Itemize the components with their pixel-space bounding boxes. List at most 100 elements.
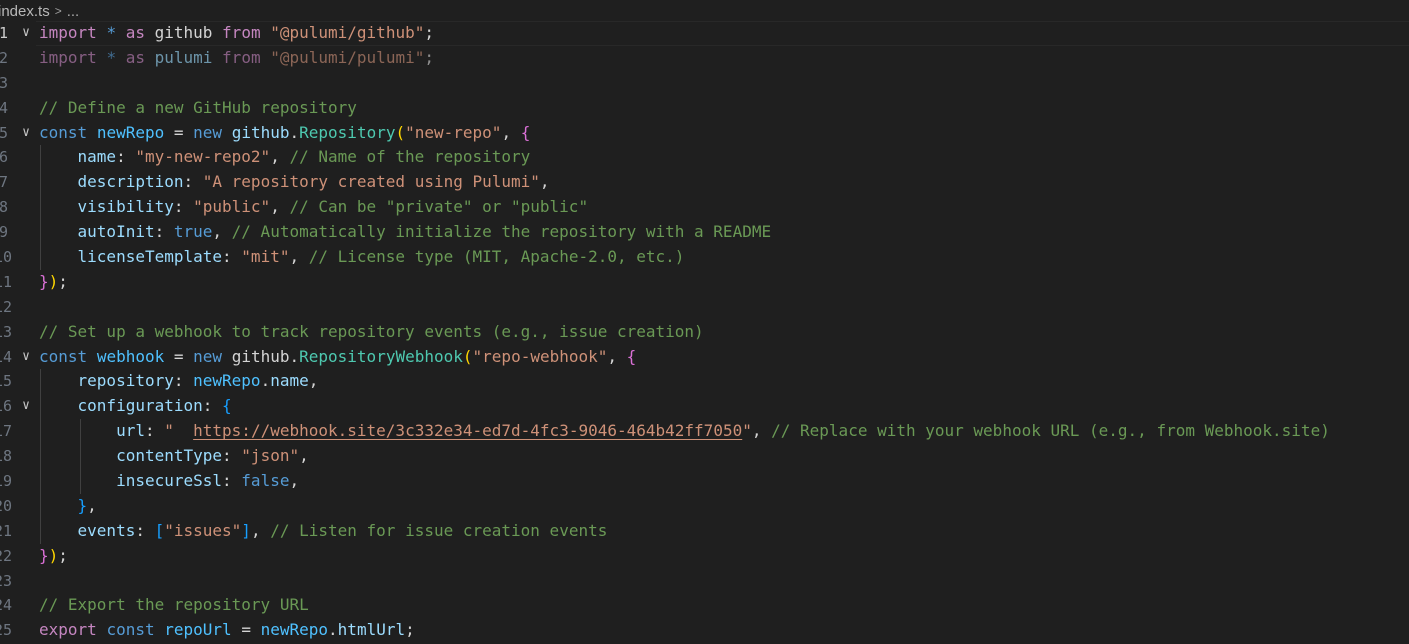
code-token: "A repository created using Pulumi" bbox=[202, 172, 540, 192]
code-line[interactable]: 2 import * as pulumi from "@pulumi/pulumi… bbox=[0, 46, 1409, 71]
code-line[interactable]: 14∨const webhook = new github.Repository… bbox=[0, 345, 1409, 370]
code-token: // Set up a webhook to track repository … bbox=[39, 321, 704, 341]
line-text[interactable]: url: " https://webhook.site/3c332e34-ed7… bbox=[39, 419, 1330, 444]
chevron-down-icon[interactable]: ∨ bbox=[19, 345, 33, 370]
code-token: * bbox=[106, 23, 117, 42]
line-text[interactable]: autoInit: true, // Automatically initial… bbox=[39, 220, 772, 245]
code-line[interactable]: 6 name: "my-new-repo2", // Name of the r… bbox=[0, 145, 1409, 171]
code-token: , bbox=[751, 421, 772, 441]
code-editor[interactable]: index.ts > ... 1 ∨ import * as github from… bbox=[0, 0, 1409, 644]
code-token: // Automatically initialize the reposito… bbox=[231, 222, 772, 242]
chevron-down-icon[interactable]: ∨ bbox=[19, 21, 33, 46]
code-token: // Listen for issue creation events bbox=[270, 520, 608, 540]
code-token: ; bbox=[405, 620, 415, 640]
line-text[interactable]: import * as pulumi from "@pulumi/pulumi"… bbox=[39, 46, 434, 71]
code-line[interactable]: 8 visibility: "public", // Can be "priva… bbox=[0, 195, 1409, 221]
code-line[interactable]: 3 bbox=[0, 71, 1409, 96]
code-token: events bbox=[77, 520, 136, 540]
code-token: , bbox=[212, 222, 232, 242]
line-number: 11 bbox=[0, 272, 13, 291]
code-line[interactable]: 7 description: "A repository created usi… bbox=[0, 170, 1409, 196]
code-line[interactable]: 23 bbox=[0, 569, 1409, 594]
code-line[interactable]: 19 insecureSsl: false, bbox=[0, 469, 1409, 494]
code-token: "repo-webhook" bbox=[472, 346, 608, 366]
code-token: } bbox=[77, 495, 88, 515]
code-token: "@pulumi/pulumi" bbox=[270, 47, 425, 67]
code-line[interactable]: 18 contentType: "json", bbox=[0, 444, 1409, 470]
code-token: // License type (MIT, Apache-2.0, etc.) bbox=[308, 247, 685, 267]
code-token: ; bbox=[58, 271, 68, 291]
code-token: from bbox=[222, 47, 261, 67]
code-line[interactable]: 1 ∨ import * as github from "@pulumi/githu… bbox=[0, 21, 1409, 46]
code-token: . bbox=[328, 620, 338, 640]
line-text[interactable]: licenseTemplate: "mit", // License type … bbox=[39, 245, 685, 270]
code-token: const bbox=[39, 122, 88, 142]
code-token: " bbox=[164, 421, 194, 441]
line-text[interactable]: // Export the repository URL bbox=[39, 593, 309, 618]
code-token: ; bbox=[58, 545, 68, 565]
code-line[interactable]: 12 bbox=[0, 295, 1409, 320]
code-line[interactable]: 5 ∨ const newRepo = new github.Repository(… bbox=[0, 121, 1409, 146]
line-text[interactable]: import * as github from "@pulumi/github"… bbox=[39, 21, 434, 46]
code-line[interactable]: 4 // Define a new GitHub repository bbox=[0, 96, 1409, 121]
code-token: = bbox=[164, 346, 194, 366]
code-line[interactable]: 16 ∨ configuration: { bbox=[0, 394, 1409, 420]
code-line[interactable]: 20 }, bbox=[0, 493, 1409, 519]
code-line[interactable]: 21 events: ["issues"], // Listen for iss… bbox=[0, 518, 1409, 544]
line-text[interactable]: events: ["issues"], // Listen for issue … bbox=[39, 519, 608, 544]
code-token: "public" bbox=[193, 197, 271, 217]
code-token: const bbox=[39, 346, 88, 366]
code-lines[interactable]: 1 ∨ import * as github from "@pulumi/githu… bbox=[0, 21, 1409, 643]
line-text[interactable]: visibility: "public", // Can be "private… bbox=[39, 195, 589, 220]
code-token: : bbox=[222, 471, 242, 491]
line-number: 6 bbox=[0, 148, 8, 167]
code-token: new bbox=[193, 346, 223, 366]
code-line[interactable]: 25 export const repoUrl = newRepo.htmlUrl… bbox=[0, 618, 1409, 643]
line-text[interactable]: const webhook = new github.RepositoryWeb… bbox=[39, 345, 636, 370]
code-line[interactable]: 17 url: " https://webhook.site/3c332e34-… bbox=[0, 419, 1409, 445]
line-text[interactable]: export const repoUrl = newRepo.htmlUrl; bbox=[39, 618, 415, 643]
line-text[interactable]: repository: newRepo.name, bbox=[39, 369, 319, 394]
code-line[interactable]: 10 licenseTemplate: "mit", // License ty… bbox=[0, 245, 1409, 270]
line-text[interactable]: }); bbox=[39, 270, 68, 295]
code-line[interactable]: 13 // Set up a webhook to track repositor… bbox=[0, 320, 1409, 345]
code-token: as bbox=[125, 47, 145, 67]
line-text[interactable]: contentType: "json", bbox=[39, 444, 309, 469]
code-line[interactable]: 15 repository: newRepo.name, bbox=[0, 369, 1409, 395]
code-token: "issues" bbox=[164, 520, 242, 540]
code-token: pulumi bbox=[144, 47, 223, 67]
line-text[interactable]: }, bbox=[39, 494, 97, 519]
line-text[interactable]: description: "A repository created using… bbox=[39, 170, 550, 195]
chevron-down-icon[interactable]: ∨ bbox=[19, 121, 33, 146]
code-token: newRepo bbox=[193, 371, 261, 391]
code-token: ( bbox=[462, 346, 473, 366]
code-token: // Can be "private" or "public" bbox=[289, 197, 589, 217]
line-text[interactable]: const newRepo = new github.Repository("n… bbox=[39, 121, 530, 146]
line-number: 7 bbox=[0, 173, 8, 192]
code-token: = bbox=[164, 122, 194, 142]
code-line[interactable]: 11}); bbox=[0, 270, 1409, 295]
breadcrumb-symbol[interactable]: ... bbox=[67, 3, 80, 20]
line-text[interactable]: configuration: { bbox=[39, 394, 232, 419]
code-line[interactable]: 24 // Export the repository URL bbox=[0, 593, 1409, 618]
code-token: : bbox=[173, 197, 194, 217]
line-text[interactable]: }); bbox=[39, 544, 68, 569]
code-token: configuration bbox=[77, 396, 203, 416]
line-text[interactable]: insecureSsl: false, bbox=[39, 469, 299, 494]
line-text[interactable]: name: "my-new-repo2", // Name of the rep… bbox=[39, 145, 531, 170]
code-token: visibility bbox=[77, 197, 174, 217]
chevron-down-icon[interactable]: ∨ bbox=[19, 394, 33, 419]
line-text[interactable]: // Set up a webhook to track repository … bbox=[39, 320, 704, 345]
breadcrumb-file[interactable]: index.ts bbox=[0, 3, 50, 20]
code-line[interactable]: 22}); bbox=[0, 544, 1409, 569]
url-link[interactable]: https://webhook.site/3c332e34-ed7d-4fc3-… bbox=[193, 421, 742, 440]
code-line[interactable]: 9 autoInit: true, // Automatically initi… bbox=[0, 220, 1409, 246]
line-text[interactable]: // Define a new GitHub repository bbox=[39, 96, 357, 121]
